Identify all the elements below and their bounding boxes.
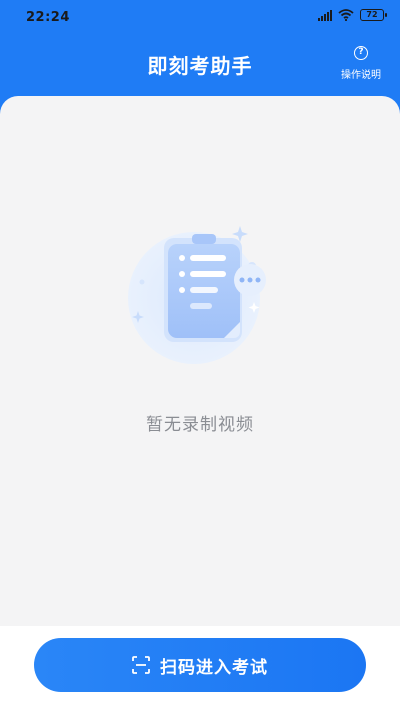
app-header: 即刻考助手 ? 操作说明 (0, 34, 400, 96)
scan-enter-exam-button[interactable]: 扫码进入考试 (34, 638, 366, 692)
help-button[interactable]: ? 操作说明 (336, 46, 386, 82)
wifi-icon (338, 9, 354, 21)
clipboard-document-icon (128, 226, 266, 364)
scan-qr-icon (132, 656, 150, 674)
help-label: 操作说明 (341, 70, 381, 81)
status-icons: 72 (318, 9, 387, 21)
question-circle-icon: ? (354, 46, 368, 60)
status-time: 22:24 (26, 10, 70, 25)
scan-button-label: 扫码进入考试 (160, 657, 268, 678)
battery-icon: 72 (360, 9, 387, 21)
bottom-bar: 扫码进入考试 (0, 626, 400, 711)
signal-icon (318, 9, 332, 21)
empty-state-message: 暂无录制视频 (146, 415, 254, 435)
main-content: 暂无录制视频 (0, 96, 400, 626)
status-bar: 22:24 72 (0, 0, 400, 34)
